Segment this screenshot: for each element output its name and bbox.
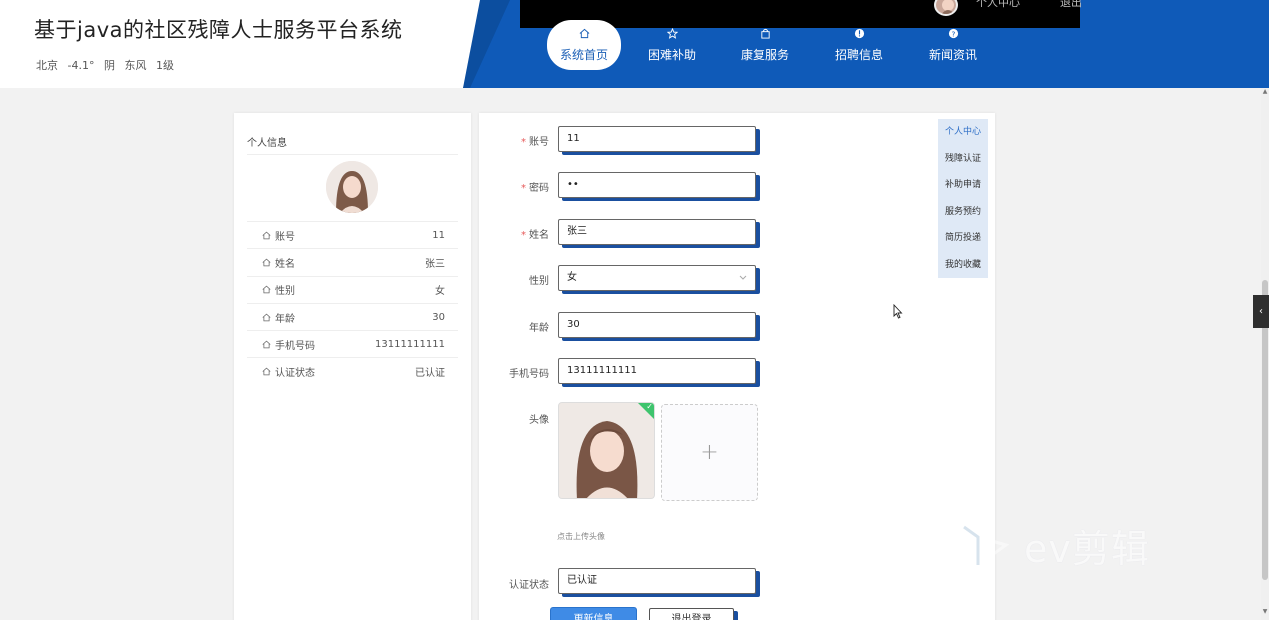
side-item-disability-cert[interactable]: 残障认证 xyxy=(938,146,988,173)
profile-row-key: 年龄 xyxy=(275,313,295,325)
profile-row-key: 账号 xyxy=(275,231,295,243)
nav-home[interactable]: 系统首页 xyxy=(547,20,621,70)
profile-card: 个人信息 账号 11 姓名 张三 性别 女 年龄 30 手机号码 1311111… xyxy=(234,113,471,620)
profile-row-key: 姓名 xyxy=(275,258,295,270)
profile-row-value: 11 xyxy=(432,229,445,241)
nav-rehab-label: 康复服务 xyxy=(740,48,789,62)
profile-row-key: 手机号码 xyxy=(275,340,315,352)
gender-select[interactable]: 女 xyxy=(558,265,756,291)
plus-icon: + xyxy=(700,440,719,465)
avatar-preview[interactable]: ✓ xyxy=(558,402,655,499)
profile-row-name: 姓名 张三 xyxy=(247,248,458,275)
avatar-upload-button[interactable]: + xyxy=(661,404,758,501)
scroll-down-icon[interactable]: ▼ xyxy=(1261,608,1269,618)
top-logout-link[interactable]: 退出 xyxy=(1060,0,1082,10)
side-item-user-center[interactable]: 个人中心 xyxy=(938,119,988,146)
home-icon xyxy=(547,28,621,44)
avatar-upload-tip: 点击上传头像 xyxy=(557,532,605,541)
gender-label: 性别 xyxy=(529,276,549,287)
side-item-favorites[interactable]: 我的收藏 xyxy=(938,252,988,279)
nav-rehab[interactable]: 康复服务 xyxy=(727,28,803,72)
profile-row-phone: 手机号码 13111111111 xyxy=(247,330,458,357)
nav-subsidy-label: 困难补助 xyxy=(647,48,696,62)
weather-wind: 东风 xyxy=(124,59,147,72)
age-field[interactable]: 30 xyxy=(558,312,756,338)
info-icon xyxy=(821,28,897,44)
name-field[interactable]: 张三 xyxy=(558,219,756,245)
scroll-up-icon[interactable]: ▲ xyxy=(1261,88,1269,98)
side-item-resume-submit[interactable]: 简历投递 xyxy=(938,225,988,252)
divider xyxy=(247,154,458,155)
top-user-center-link[interactable]: 个人中心 xyxy=(976,0,1020,10)
bag-icon xyxy=(727,28,803,44)
status-field[interactable]: 已认证 xyxy=(558,568,756,594)
logout-button[interactable]: 退出登录 xyxy=(649,608,734,620)
profile-row-value: 已认证 xyxy=(415,368,445,380)
account-field[interactable]: 11 xyxy=(558,126,756,152)
side-item-service-booking[interactable]: 服务预约 xyxy=(938,199,988,226)
profile-row-value: 张三 xyxy=(425,258,445,270)
profile-row-status: 认证状态 已认证 xyxy=(247,357,458,384)
password-label: * 密码 xyxy=(521,183,549,194)
home-icon xyxy=(262,258,271,267)
nav-home-label: 系统首页 xyxy=(559,48,608,62)
profile-row-gender: 性别 女 xyxy=(247,275,458,303)
weather-temp: -4.1° xyxy=(67,59,95,72)
nav-jobs-label: 招聘信息 xyxy=(834,48,883,62)
nav-jobs[interactable]: 招聘信息 xyxy=(821,28,897,72)
gender-select-value: 女 xyxy=(567,272,577,283)
home-icon xyxy=(262,231,271,239)
watermark-text: ev剪辑 xyxy=(1024,527,1150,571)
profile-row-key: 认证状态 xyxy=(275,368,315,380)
update-info-button[interactable]: 更新信息 xyxy=(551,608,636,620)
user-side-menu: 个人中心 残障认证 补助申请 服务预约 简历投递 我的收藏 xyxy=(938,119,988,278)
weather-level: 1级 xyxy=(155,59,174,72)
home-icon xyxy=(262,313,271,321)
weather-city: 北京 xyxy=(36,59,58,72)
svg-text:?: ? xyxy=(951,29,955,38)
chevron-down-icon xyxy=(739,266,747,300)
profile-row-age: 年龄 30 xyxy=(247,302,458,330)
profile-row-value: 女 xyxy=(435,286,445,298)
weather-info: 北京 -4.1° 阴 东风 1级 xyxy=(36,57,180,73)
profile-row-value: 13111111111 xyxy=(375,338,445,350)
video-watermark: ev剪辑 xyxy=(960,518,1150,573)
star-icon xyxy=(634,27,710,44)
site-title: 基于java的社区残障人士服务平台系统 xyxy=(34,18,403,42)
profile-title: 个人信息 xyxy=(247,138,287,149)
profile-info-list: 账号 11 姓名 张三 性别 女 年龄 30 手机号码 13111111111 … xyxy=(247,221,458,385)
status-label: 认证状态 xyxy=(509,580,549,591)
age-label: 年龄 xyxy=(529,323,549,334)
profile-row-value: 30 xyxy=(432,311,445,323)
profile-form-card: * 账号 11 * 密码 •• * 姓名 张三 性别 女 年龄 30 手机号码 131… xyxy=(479,113,995,620)
mouse-cursor-icon xyxy=(893,304,903,319)
profile-row-key: 性别 xyxy=(275,286,295,298)
check-icon: ✓ xyxy=(646,402,653,411)
home-icon xyxy=(262,285,271,294)
question-icon: ? xyxy=(915,28,991,44)
profile-row-account: 账号 11 xyxy=(247,221,458,248)
home-icon xyxy=(262,367,271,376)
ev-logo-icon xyxy=(962,523,1010,566)
account-label: * 账号 xyxy=(521,137,549,148)
avatar-label: 头像 xyxy=(529,415,549,426)
collapse-tab[interactable]: ‹ xyxy=(1253,295,1269,328)
name-label: * 姓名 xyxy=(521,230,549,241)
nav-subsidy[interactable]: 困难补助 xyxy=(634,27,710,72)
phone-label: 手机号码 xyxy=(509,369,549,380)
password-field[interactable]: •• xyxy=(558,172,756,198)
home-icon xyxy=(262,340,271,349)
nav-news-label: 新闻资讯 xyxy=(928,48,977,62)
weather-condition: 阴 xyxy=(103,59,115,72)
chevron-left-icon: ‹ xyxy=(1259,306,1263,317)
side-item-subsidy-apply[interactable]: 补助申请 xyxy=(938,172,988,199)
profile-avatar xyxy=(326,161,378,213)
nav-news[interactable]: ? 新闻资讯 xyxy=(915,28,991,72)
phone-field[interactable]: 13111111111 xyxy=(558,358,756,384)
